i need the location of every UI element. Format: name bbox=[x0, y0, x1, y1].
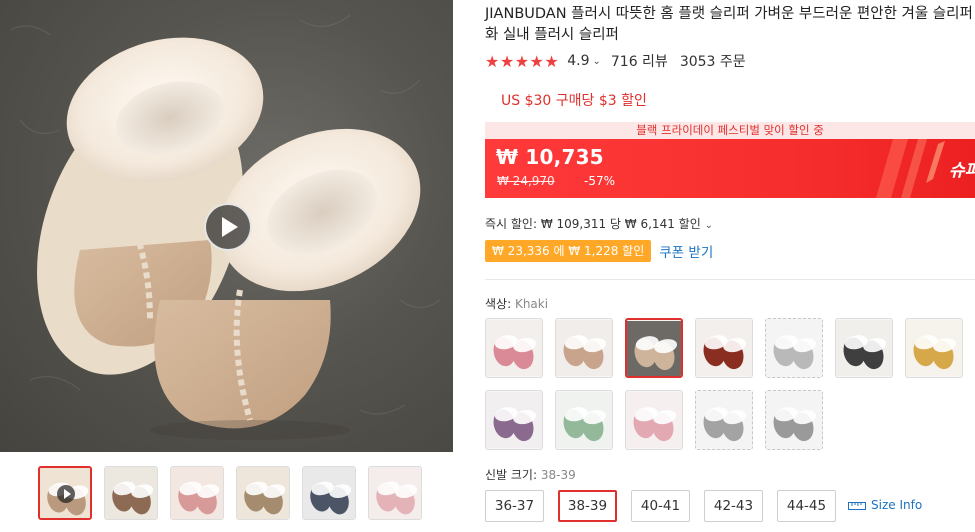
color-swatch[interactable] bbox=[905, 318, 963, 378]
slipper-image bbox=[369, 467, 421, 519]
color-swatch[interactable] bbox=[765, 390, 823, 450]
play-icon bbox=[57, 485, 75, 503]
size-option-button[interactable]: 42-43 bbox=[704, 490, 763, 522]
color-swatch[interactable] bbox=[625, 390, 683, 450]
rating-value[interactable]: 4.9 bbox=[567, 53, 589, 69]
color-swatch[interactable] bbox=[695, 390, 753, 450]
size-option-button[interactable]: 36-37 bbox=[485, 490, 544, 522]
product-info-panel: JIANBUDAN 플러시 따뜻한 홈 플랫 슬리퍼 가벼운 부드러운 편안한 … bbox=[485, 0, 975, 532]
size-label-text: 신발 크기: bbox=[485, 468, 538, 482]
color-label: 색상: Khaki bbox=[485, 295, 548, 312]
size-option-button[interactable]: 44-45 bbox=[777, 490, 836, 522]
original-price: ₩ 24,970 bbox=[497, 174, 555, 188]
color-swatch[interactable] bbox=[555, 318, 613, 378]
slipper-image bbox=[627, 321, 681, 376]
gallery-thumbnail[interactable] bbox=[302, 466, 356, 520]
ruler-icon bbox=[848, 502, 866, 510]
chevron-down-icon[interactable]: ⌄ bbox=[592, 56, 600, 67]
review-count[interactable]: 716 리뷰 bbox=[611, 51, 668, 71]
slipper-image bbox=[556, 392, 612, 448]
play-icon bbox=[222, 217, 238, 237]
slipper-image bbox=[696, 392, 752, 448]
slipper-image bbox=[171, 467, 223, 519]
size-info-link[interactable]: Size Info bbox=[848, 498, 922, 512]
slipper-image bbox=[766, 392, 822, 448]
gallery-thumbnail[interactable] bbox=[368, 466, 422, 520]
order-count: 3053 주문 bbox=[679, 54, 746, 70]
color-label-text: 색상: bbox=[485, 297, 512, 311]
gallery-thumbnail[interactable] bbox=[104, 466, 158, 520]
current-price: ₩ 10,735 bbox=[496, 145, 604, 169]
color-swatch[interactable] bbox=[555, 390, 613, 450]
gallery-thumbnail[interactable] bbox=[38, 466, 92, 520]
color-swatch[interactable] bbox=[765, 318, 823, 378]
sale-event-text: 블랙 프라이데이 페스티벌 맞이 할인 중 bbox=[485, 122, 975, 139]
slipper-image bbox=[237, 467, 289, 519]
slipper-image bbox=[486, 320, 542, 376]
selected-color-value: Khaki bbox=[514, 297, 549, 311]
banner-decoration bbox=[876, 139, 945, 198]
star-rating-icon: ★★★★★ bbox=[485, 51, 560, 71]
color-swatch[interactable] bbox=[485, 318, 543, 378]
color-swatch[interactable] bbox=[695, 318, 753, 378]
slipper-image bbox=[486, 392, 542, 448]
get-coupon-link[interactable]: 쿠폰 받기 bbox=[659, 241, 713, 261]
slipper-image bbox=[696, 320, 752, 376]
price-box: ₩ 10,735 ₩ 24,970 -57% 슈퍼 bbox=[485, 139, 975, 198]
instant-discount-text: 즉시 할인: ₩ 109,311 당 ₩ 6,141 할인 bbox=[485, 217, 701, 231]
chevron-down-icon[interactable]: ⌄ bbox=[705, 220, 713, 231]
selected-size-value: 38-39 bbox=[540, 468, 576, 482]
gallery-thumbnail[interactable] bbox=[170, 466, 224, 520]
size-label: 신발 크기: 38-39 bbox=[485, 466, 576, 483]
gallery-thumbnail[interactable] bbox=[236, 466, 290, 520]
coupon-badge: ₩ 23,336 에 ₩ 1,228 할인 bbox=[485, 240, 652, 262]
slipper-image bbox=[906, 320, 962, 376]
slipper-image bbox=[105, 467, 157, 519]
slipper-image bbox=[556, 320, 612, 376]
size-info-text: Size Info bbox=[871, 498, 923, 512]
price-banner: 블랙 프라이데이 페스티벌 맞이 할인 중 ₩ 10,735 ₩ 24,970 … bbox=[485, 122, 975, 198]
discount-percent: -57% bbox=[584, 174, 616, 188]
size-option-button[interactable]: 38-39 bbox=[558, 490, 617, 522]
thumbnail-strip bbox=[38, 466, 422, 522]
divider bbox=[485, 279, 975, 280]
slipper-image bbox=[766, 320, 822, 376]
slipper-image bbox=[836, 320, 892, 376]
color-swatch[interactable] bbox=[625, 318, 683, 378]
instant-discount[interactable]: 즉시 할인: ₩ 109,311 당 ₩ 6,141 할인 ⌄ bbox=[485, 215, 713, 232]
coupon-row: ₩ 23,336 에 ₩ 1,228 할인 쿠폰 받기 bbox=[485, 240, 713, 262]
slipper-image bbox=[626, 392, 682, 448]
store-promo[interactable]: US $30 구매당 $3 할인 bbox=[501, 90, 647, 110]
play-video-button[interactable] bbox=[204, 203, 252, 251]
rating-row: ★★★★★ 4.9 ⌄ 716 리뷰 3053 주문 bbox=[485, 51, 746, 71]
color-swatch[interactable] bbox=[485, 390, 543, 450]
size-option-button[interactable]: 40-41 bbox=[631, 490, 690, 522]
super-deal-tag: 슈퍼 bbox=[949, 161, 975, 181]
slipper-image bbox=[303, 467, 355, 519]
main-product-image[interactable] bbox=[0, 0, 453, 452]
product-title: JIANBUDAN 플러시 따뜻한 홈 플랫 슬리퍼 가벼운 부드러운 편안한 … bbox=[485, 6, 973, 43]
color-swatch[interactable] bbox=[835, 318, 893, 378]
